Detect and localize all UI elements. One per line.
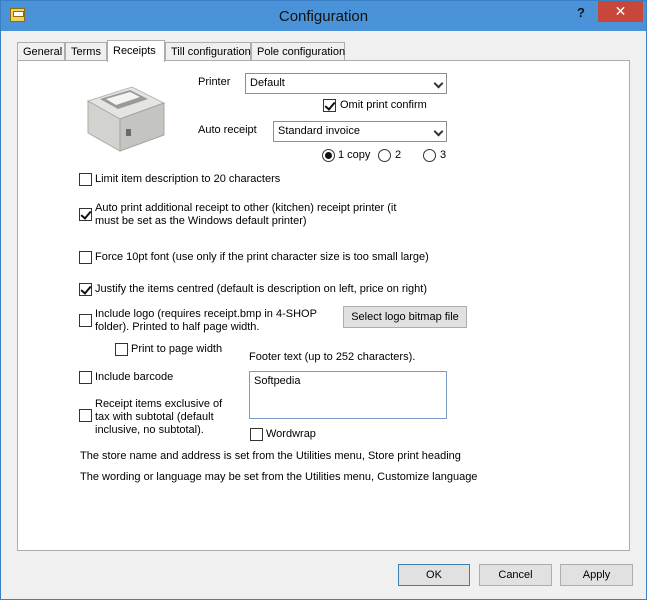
copies-1-label: 1 copy bbox=[338, 149, 371, 161]
printer-label: Printer bbox=[198, 76, 231, 88]
print-to-page-width-checkbox[interactable] bbox=[115, 343, 128, 356]
auto-print-kitchen-label-line2: must be set as the Windows default print… bbox=[95, 215, 307, 227]
copies-3-label: 3 bbox=[440, 149, 447, 161]
justify-centred-label: Justify the items centred (default is de… bbox=[95, 283, 427, 295]
printer-select-value: Default bbox=[250, 77, 285, 89]
tab-terms[interactable]: Terms bbox=[65, 42, 107, 61]
help-button[interactable]: ? bbox=[571, 3, 591, 25]
printer-select[interactable]: Default bbox=[245, 73, 447, 94]
include-barcode-label: Include barcode bbox=[95, 371, 174, 383]
exclusive-tax-label-line2: tax with subtotal (default bbox=[95, 411, 214, 423]
ok-button[interactable]: OK bbox=[398, 564, 470, 586]
receipts-panel: Printer Default Omit print confirm Auto … bbox=[17, 60, 630, 551]
window-title: Configuration bbox=[278, 8, 369, 25]
tab-general[interactable]: General bbox=[17, 42, 65, 61]
copies-2-radio[interactable] bbox=[378, 149, 391, 162]
footer-text-input[interactable]: Softpedia bbox=[249, 371, 447, 419]
footer-text-label: Footer text (up to 252 characters). bbox=[249, 351, 416, 363]
wording-info-text: The wording or language may be set from … bbox=[80, 471, 478, 483]
limit-description-checkbox[interactable] bbox=[79, 173, 92, 186]
justify-centred-checkbox[interactable] bbox=[79, 283, 92, 296]
copies-1-radio[interactable] bbox=[322, 149, 335, 162]
configuration-window: Configuration ? ✕ General Terms Receipts… bbox=[0, 0, 647, 600]
select-logo-bitmap-button[interactable]: Select logo bitmap file bbox=[343, 306, 467, 328]
wordwrap-label: Wordwrap bbox=[266, 428, 316, 440]
exclusive-tax-label-line1: Receipt items exclusive of bbox=[95, 398, 223, 410]
tab-pole-configuration[interactable]: Pole configuration bbox=[251, 42, 345, 61]
close-button[interactable]: ✕ bbox=[598, 1, 643, 22]
omit-print-confirm-label: Omit print confirm bbox=[340, 99, 427, 111]
auto-print-kitchen-checkbox[interactable] bbox=[79, 208, 92, 221]
auto-receipt-select[interactable]: Standard invoice bbox=[273, 121, 447, 142]
omit-print-confirm-checkbox[interactable] bbox=[323, 99, 336, 112]
force-10pt-font-checkbox[interactable] bbox=[79, 251, 92, 264]
receipt-printer-icon bbox=[86, 86, 166, 152]
auto-receipt-label: Auto receipt bbox=[198, 124, 257, 136]
wordwrap-checkbox[interactable] bbox=[250, 428, 263, 441]
copies-2-label: 2 bbox=[395, 149, 402, 161]
include-logo-label-line2: folder). Printed to half page width. bbox=[95, 321, 260, 333]
copies-3-radio[interactable] bbox=[423, 149, 436, 162]
chevron-down-icon bbox=[433, 78, 444, 89]
apply-button[interactable]: Apply bbox=[560, 564, 633, 586]
include-logo-label-line1: Include logo (requires receipt.bmp in 4-… bbox=[95, 308, 317, 320]
cancel-button[interactable]: Cancel bbox=[479, 564, 552, 586]
limit-description-label: Limit item description to 20 characters bbox=[95, 173, 281, 185]
include-barcode-checkbox[interactable] bbox=[79, 371, 92, 384]
include-logo-checkbox[interactable] bbox=[79, 314, 92, 327]
tab-till-configuration[interactable]: Till configuration bbox=[165, 42, 251, 61]
store-info-text: The store name and address is set from t… bbox=[80, 450, 461, 462]
force-10pt-font-label: Force 10pt font (use only if the print c… bbox=[95, 251, 429, 263]
exclusive-tax-checkbox[interactable] bbox=[79, 409, 92, 422]
chevron-down-icon bbox=[433, 126, 444, 137]
exclusive-tax-label-line3: inclusive, no subtotal). bbox=[95, 424, 204, 436]
auto-print-kitchen-label-line1: Auto print additional receipt to other (… bbox=[95, 202, 397, 214]
auto-receipt-select-value: Standard invoice bbox=[278, 125, 360, 137]
title-bar[interactable]: Configuration ? ✕ bbox=[1, 1, 646, 31]
tab-receipts[interactable]: Receipts bbox=[107, 40, 165, 62]
print-to-page-width-label: Print to page width bbox=[131, 343, 223, 355]
